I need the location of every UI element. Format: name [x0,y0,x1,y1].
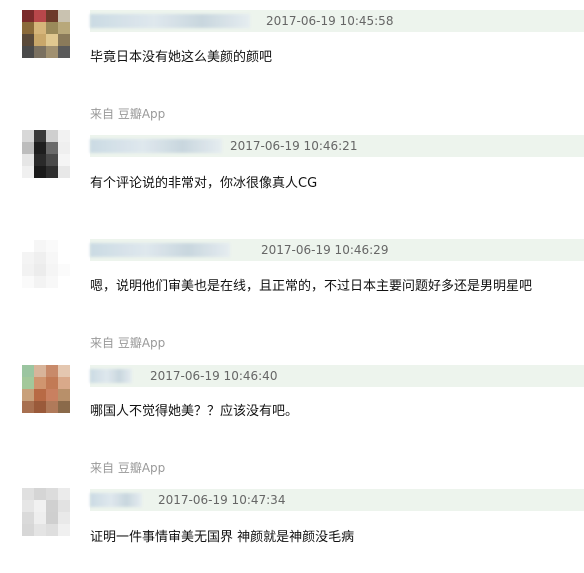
avatar[interactable] [22,10,70,58]
username[interactable] [90,369,132,383]
comment-meta: 2017-06-19 10:46:21 [90,135,584,157]
avatar[interactable] [22,488,70,536]
username[interactable] [90,493,142,507]
source-label: 来自 豆瓣App [90,461,166,475]
username[interactable] [90,139,222,153]
comment-meta: 2017-06-19 10:47:34 [90,489,584,511]
comment-text: 毕竟日本没有她这么美颜的颜吧 [90,50,273,65]
timestamp: 2017-06-19 10:47:34 [158,493,286,507]
timestamp: 2017-06-19 10:45:58 [266,14,394,28]
comment-text: 哪国人不觉得她美？？应该没有吧。 [90,404,299,419]
comment-meta: 2017-06-19 10:45:58 [90,10,584,32]
avatar[interactable] [22,130,70,178]
comment-text: 有个评论说的非常对，你冰很像真人CG [90,176,318,191]
source-label: 来自 豆瓣App [90,107,166,121]
timestamp: 2017-06-19 10:46:21 [230,139,358,153]
username[interactable] [90,14,250,28]
comment-text: 证明一件事情审美无国界 神颜就是神颜没毛病 [90,530,355,545]
avatar[interactable] [22,240,70,288]
comment-meta: 2017-06-19 10:46:40 [90,365,584,387]
avatar[interactable] [22,365,70,413]
comment-meta: 2017-06-19 10:46:29 [90,239,584,261]
comment-text: 嗯，说明他们审美也是在线，且正常的，不过日本主要问题好多还是男明星吧 [90,279,533,294]
timestamp: 2017-06-19 10:46:29 [261,243,389,257]
timestamp: 2017-06-19 10:46:40 [150,369,278,383]
source-label: 来自 豆瓣App [90,336,166,350]
username[interactable] [90,243,230,257]
